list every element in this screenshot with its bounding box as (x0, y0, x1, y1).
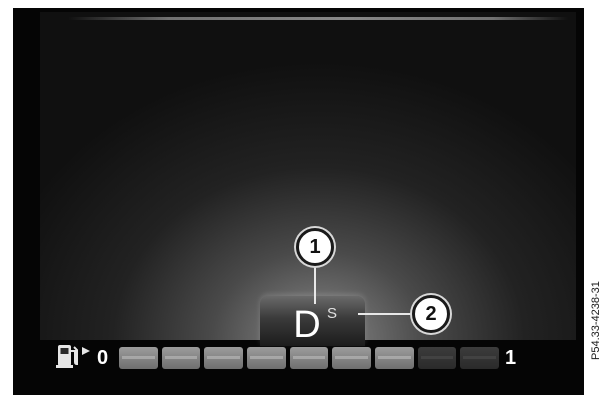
fuel-full-label: 1 (505, 347, 517, 369)
fuel-door-side-arrow-icon (82, 347, 90, 355)
drive-program-letter: S (327, 305, 338, 322)
callout-2-leader-line (358, 313, 414, 315)
fuel-segment (417, 347, 457, 369)
callout-marker-2: 2 (412, 295, 450, 333)
instrument-cluster-figure: D S 1 2 0 1 P54.33-4238-31 (0, 0, 610, 408)
fuel-segment (161, 347, 201, 369)
top-separator-line (68, 17, 568, 20)
fuel-segment-bar (119, 347, 499, 369)
fuel-segment (289, 347, 329, 369)
fuel-segment (460, 347, 499, 369)
fuel-segment (247, 347, 286, 369)
callout-marker-1: 1 (296, 228, 334, 266)
multifunction-screen (40, 12, 576, 340)
fuel-empty-label: 0 (97, 347, 109, 369)
fuel-pump-icon (56, 345, 78, 368)
fuel-segment (204, 347, 243, 369)
fuel-segment (332, 347, 371, 369)
fuel-segment (375, 347, 414, 369)
image-reference-code: P54.33-4238-31 (590, 281, 602, 360)
fuel-segment (119, 347, 158, 369)
instrument-cluster-display: D S 1 2 (13, 8, 584, 395)
callout-1-leader-line (314, 266, 316, 304)
fuel-level-gauge: 0 1 (13, 338, 584, 386)
